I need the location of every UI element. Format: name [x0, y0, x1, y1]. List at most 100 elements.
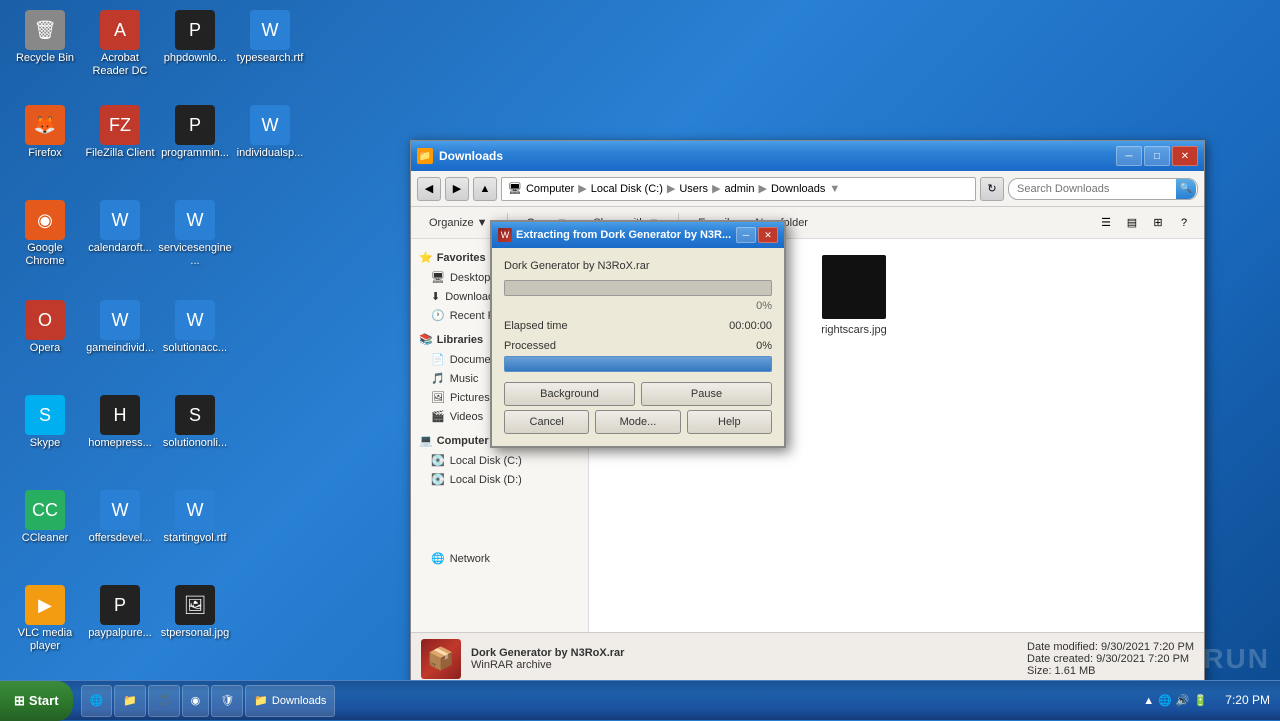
search-input[interactable]	[1008, 178, 1198, 200]
pause-button[interactable]: Pause	[641, 382, 772, 406]
help-button[interactable]: Help	[687, 410, 772, 434]
up-button[interactable]: ▲	[473, 177, 497, 201]
desktop-icon-gameindivid[interactable]: Wgameindivid...	[83, 300, 157, 355]
sidebar-item-network[interactable]: 🌐 Network	[411, 549, 588, 568]
sidebar-network-section: 🌐 Network	[411, 549, 588, 568]
programming-label: programmin...	[158, 147, 232, 160]
list-view-button[interactable]: ☰	[1094, 211, 1118, 235]
winamp-icon: 🎵	[157, 694, 171, 707]
icons-view-button[interactable]: ⊞	[1146, 211, 1170, 235]
start-button[interactable]: ⊞ Start	[0, 681, 73, 721]
taskbar-app-winamp[interactable]: 🎵	[148, 685, 180, 717]
sidebar-item-local-c[interactable]: 💽 Local Disk (C:)	[411, 451, 588, 470]
mode-button[interactable]: Mode...	[595, 410, 680, 434]
solutionacc-icon-image: W	[175, 300, 215, 340]
desktop-icon-acrobat[interactable]: AAcrobat Reader DC	[83, 10, 157, 78]
desktop-icon-startingvol[interactable]: Wstartingvol.rtf	[158, 490, 232, 545]
taskbar-app-chrome-taskbar[interactable]: ◉	[182, 685, 210, 717]
close-button[interactable]: ✕	[1172, 146, 1198, 166]
paypalpur-label: paypalpure...	[83, 627, 157, 640]
sidebar-item-local-d[interactable]: 💽 Local Disk (D:)	[411, 470, 588, 489]
desktop-icon-opera[interactable]: OOpera	[8, 300, 82, 355]
chrome-label: Google Chrome	[8, 242, 82, 268]
gameindivid-label: gameindivid...	[83, 342, 157, 355]
system-clock[interactable]: 7:20 PM	[1215, 692, 1280, 709]
path-users: Users	[679, 183, 708, 195]
stpersonal-icon-image: 🖼	[175, 585, 215, 625]
network-icon: 🌐	[431, 552, 445, 565]
taskbar-app-explorer[interactable]: 📁	[114, 685, 146, 717]
refresh-button[interactable]: ↻	[980, 177, 1004, 201]
tray-arrow[interactable]: ▲	[1143, 695, 1154, 707]
main-progress-bar-container	[504, 280, 772, 296]
desktop-icon-solutionacc[interactable]: Wsolutionacc...	[158, 300, 232, 355]
taskbar-app-security[interactable]: 🛡	[211, 685, 243, 717]
desktop-icon-solutiononl[interactable]: Ssolutiononli...	[158, 395, 232, 450]
desktop-icon-typesearch[interactable]: Wtypesearch.rtf	[233, 10, 307, 65]
view-controls: ☰ ▤ ⊞ ?	[1094, 211, 1196, 235]
desktop-icon-filezilla[interactable]: FZFileZilla Client	[83, 105, 157, 160]
minimize-button[interactable]: ─	[1116, 146, 1142, 166]
desktop-icon-homepress[interactable]: Hhomepress...	[83, 395, 157, 450]
firefox-label: Firefox	[8, 147, 82, 160]
forward-button[interactable]: ▶	[445, 177, 469, 201]
desktop-icon-serviceseng[interactable]: Wservicesengine...	[158, 200, 232, 268]
desktop-icon-programming[interactable]: Pprogrammin...	[158, 105, 232, 160]
status-info: Dork Generator by N3RoX.rar WinRAR archi…	[471, 647, 624, 671]
help-view-button[interactable]: ?	[1172, 211, 1196, 235]
chrome-taskbar-icon: ◉	[191, 694, 201, 707]
desktop-icon-firefox[interactable]: 🦊 Firefox	[8, 105, 82, 160]
individualsp-label: individualsp...	[233, 147, 307, 160]
file-explorer-title-icon: 📁	[417, 148, 433, 164]
background-button[interactable]: Background	[504, 382, 635, 406]
details-view-button[interactable]: ▤	[1120, 211, 1144, 235]
desktop-icon-ccleaner[interactable]: CCCCleaner	[8, 490, 82, 545]
elapsed-time-label: Elapsed time	[504, 320, 568, 332]
videos-icon-sm: 🎬	[431, 410, 445, 423]
file-explorer-titlebar: 📁 Downloads ─ □ ✕	[411, 141, 1204, 171]
organize-button[interactable]: Organize ▼	[419, 210, 498, 236]
desktop-icon-phpdownlo[interactable]: Pphpdownlo...	[158, 10, 232, 65]
file-item-rightscars[interactable]: rightscars.jpg	[809, 249, 899, 358]
status-date-created: Date created: 9/30/2021 7:20 PM	[1027, 653, 1194, 665]
cancel-button[interactable]: Cancel	[504, 410, 589, 434]
winrar-dialog-titlebar: W Extracting from Dork Generator by N3R.…	[492, 222, 784, 248]
winrar-dialog-title: Extracting from Dork Generator by N3R...	[516, 229, 736, 241]
solutiononl-label: solutiononli...	[158, 437, 232, 450]
tray-battery-icon[interactable]: 🔋	[1194, 694, 1208, 707]
taskbar-app-downloads[interactable]: 📁 Downloads	[245, 685, 335, 717]
desktop-icon-skype[interactable]: SSkype	[8, 395, 82, 450]
desktop-icon-stpersonal[interactable]: 🖼stpersonal.jpg	[158, 585, 232, 640]
back-button[interactable]: ◀	[417, 177, 441, 201]
desktop-icon-chrome[interactable]: ◉Google Chrome	[8, 200, 82, 268]
desktop-icon-calendaroft[interactable]: Wcalendaroft...	[83, 200, 157, 255]
disk-d-icon: 💽	[431, 473, 445, 486]
taskbar-app-ie[interactable]: 🌐	[81, 685, 113, 717]
maximize-button[interactable]: □	[1144, 146, 1170, 166]
processed-progress-bar	[504, 356, 772, 372]
music-icon-sm: 🎵	[431, 372, 445, 385]
firefox-icon-image: 🦊	[25, 105, 65, 145]
tray-network-icon[interactable]: 🌐	[1158, 694, 1172, 707]
desktop-icon-paypalpur[interactable]: Ppaypalpure...	[83, 585, 157, 640]
status-bar: 📦 Dork Generator by N3RoX.rar WinRAR arc…	[411, 632, 1204, 684]
desktop-icon-recycle-bin[interactable]: 🗑Recycle Bin	[8, 10, 82, 65]
filezilla-label: FileZilla Client	[83, 147, 157, 160]
search-button[interactable]: 🔍	[1176, 179, 1196, 199]
winrar-minimize-button[interactable]: ─	[736, 227, 756, 243]
security-icon: 🛡	[220, 694, 234, 707]
homepress-icon-image: H	[100, 395, 140, 435]
desktop-icon-vlc[interactable]: ▶VLC media player	[8, 585, 82, 653]
desktop-icon-offersdevel[interactable]: Woffersdevel...	[83, 490, 157, 545]
taskbar: ⊞ Start 🌐 📁 🎵 ◉ 🛡 📁 Downloads ▲ 🌐 🔊 🔋 7:…	[0, 680, 1280, 720]
status-right: Date modified: 9/30/2021 7:20 PM Date cr…	[1027, 641, 1194, 677]
address-path[interactable]: 🖥 Computer ▶ Local Disk (C:) ▶ Users ▶ a…	[501, 177, 976, 201]
status-date-modified: Date modified: 9/30/2021 7:20 PM	[1027, 641, 1194, 653]
desktop-icon-individualsp[interactable]: Windividualsp...	[233, 105, 307, 160]
tray-volume-icon[interactable]: 🔊	[1176, 694, 1190, 707]
winrar-close-button[interactable]: ✕	[758, 227, 778, 243]
typesearch-label: typesearch.rtf	[233, 52, 307, 65]
favorites-icon: ⭐	[419, 251, 433, 264]
recent-icon-sm: 🕐	[431, 309, 445, 322]
solutiononl-icon-image: S	[175, 395, 215, 435]
